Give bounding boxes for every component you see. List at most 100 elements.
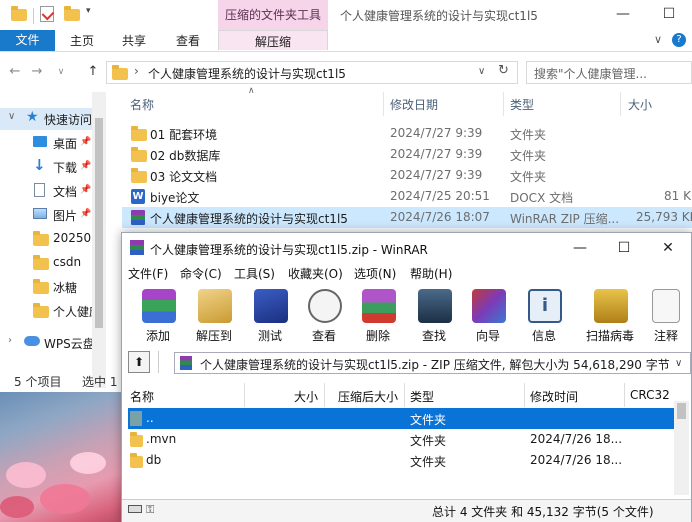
wizard-button[interactable]: 向导 [462,285,514,343]
archive-path-text: 个人健康管理系统的设计与实现ct1l5.zip - ZIP 压缩文件, 解包大小… [200,358,670,372]
find-button[interactable]: 查找 [408,285,460,343]
tab-file[interactable]: 文件 [0,30,55,51]
column-divider [383,92,384,116]
properties-icon[interactable] [40,6,55,22]
info-label: 信息 [531,329,556,343]
pin-icon: 📌 [80,209,92,219]
column-header-size[interactable]: 大小 [294,388,318,405]
close-button[interactable]: ✕ [646,237,690,259]
add-button[interactable]: 添加 [132,285,184,343]
file-type: 文件夹 [510,128,547,142]
file-row[interactable]: 02 db数据库 2024/7/27 9:39 文件夹 [122,144,692,165]
column-header-name[interactable]: 名称 [130,96,154,113]
file-row[interactable]: 03 论文文档 2024/7/27 9:39 文件夹 [122,165,692,186]
tab-share[interactable]: 共享 [122,30,146,51]
archive-scrollbar[interactable] [674,401,689,495]
extract-to-label: 解压到 [195,329,232,343]
up-folder-button[interactable]: ⬆ [128,351,150,373]
test-button[interactable]: 测试 [244,285,296,343]
tab-extract[interactable]: 解压缩 [218,30,328,50]
test-label: 测试 [257,329,282,343]
menu-tools[interactable]: 工具(S) [234,265,275,282]
recent-dropdown-icon[interactable]: ∨ [52,60,70,84]
sidebar-item-health[interactable]: 个人健康 [0,300,101,322]
archive-row[interactable]: db 文件夹 2024/7/26 18... [128,450,674,471]
column-header-crc32[interactable]: CRC32 [630,388,670,402]
ribbon-context-group: 压缩的文件夹工具 [218,0,328,30]
column-header-packed[interactable]: 压缩后大小 [338,388,398,405]
up-arrow-icon[interactable]: ↑ [84,60,102,84]
file-row[interactable]: 01 配套环境 2024/7/27 9:39 文件夹 [122,123,692,144]
window-title: 个人健康管理系统的设计与实现ct1l5 [340,9,538,23]
menu-commands[interactable]: 命令(C) [180,265,222,282]
column-header-type[interactable]: 类型 [510,96,534,113]
tab-view[interactable]: 查看 [176,30,200,51]
column-divider [524,383,525,407]
back-arrow-icon[interactable]: ← [6,60,24,84]
column-header-size[interactable]: 大小 [628,96,652,113]
column-header-type[interactable]: 类型 [410,388,434,405]
info-button[interactable]: i 信息 [518,285,570,343]
file-row[interactable]: W biye论文 2024/7/25 20:51 DOCX 文档 81 KB [122,186,692,207]
minimize-button[interactable]: — [558,237,602,259]
add-archive-icon [142,289,176,323]
separator-bar [33,8,34,24]
expand-arrow-icon[interactable]: › [8,335,12,346]
menu-favorites[interactable]: 收藏夹(O) [288,265,343,282]
virus-scan-icon [594,289,628,323]
address-dropdown-icon[interactable]: ∨ [478,66,485,77]
scan-virus-button[interactable]: 扫描病毒 [580,285,640,343]
view-button[interactable]: 查看 [298,285,350,343]
winrar-icon [131,210,145,225]
address-path: 个人健康管理系统的设计与实现ct1l5 [148,67,346,81]
sidebar-item-folder[interactable]: 202507 [0,228,99,250]
column-header-modified[interactable]: 修改时间 [530,388,578,405]
menu-file[interactable]: 文件(F) [128,265,168,282]
comment-button[interactable]: 注释 [642,285,690,343]
maximize-button[interactable]: ☐ [602,237,646,259]
drive-icon [128,505,142,513]
pin-icon: 📌 [80,185,92,195]
archive-item-type: 文件夹 [410,434,447,448]
file-size: 25,793 KB [636,210,692,224]
archive-row[interactable]: .. 文件夹 [128,408,674,429]
archive-item-date: 2024/7/26 18... [530,453,623,467]
document-icon [34,183,45,197]
column-header-date[interactable]: 修改日期 [390,96,438,113]
winrar-icon [180,356,192,370]
sidebar-item-wps-cloud[interactable]: WPS云盘 [0,332,95,354]
extract-icon [198,289,232,323]
extract-to-button[interactable]: 解压到 [188,285,240,343]
file-date: 2024/7/25 20:51 [390,189,490,203]
column-header-name[interactable]: 名称 [130,388,154,405]
sidebar-item-pictures[interactable]: 图片 📌 [0,204,92,226]
forward-arrow-icon[interactable]: → [28,60,46,84]
quick-access-toolbar: ▾ [0,0,218,30]
archive-item-type: 文件夹 [410,413,447,427]
file-row[interactable]: 个人健康管理系统的设计与实现ct1l5 2024/7/26 18:07 WinR… [122,207,692,228]
star-icon: ★ [26,109,39,125]
menu-options[interactable]: 选项(N) [354,265,396,282]
sidebar-item-csdn[interactable]: csdn [0,252,92,274]
help-icon[interactable]: ? [672,33,686,47]
customize-dropdown-icon[interactable]: ▾ [86,6,91,16]
file-name: biye论文 [150,191,200,205]
sidebar-item-documents[interactable]: 文档 📌 [0,180,92,202]
sidebar-item-bingtang[interactable]: 冰糖 [0,276,92,298]
expand-arrow-icon[interactable]: ∨ [8,111,15,122]
file-type: 文件夹 [510,170,547,184]
path-dropdown-icon[interactable]: ∨ [675,358,682,369]
refresh-icon[interactable]: ↻ [498,63,509,78]
file-type: WinRAR ZIP 压缩... [510,212,620,226]
menu-help[interactable]: 帮助(H) [410,265,452,282]
tab-home[interactable]: 主页 [70,30,94,51]
sidebar-item-desktop[interactable]: 桌面 📌 [0,132,92,154]
column-divider [624,383,625,407]
chevron-down-icon[interactable]: ∨ [654,33,662,46]
sidebar-scrollbar-thumb[interactable] [95,118,103,328]
maximize-button[interactable]: ☐ [646,2,692,26]
delete-button[interactable]: 删除 [352,285,404,343]
sidebar-item-downloads[interactable]: ↓ 下载 📌 [0,156,92,178]
archive-row[interactable]: .mvn 文件夹 2024/7/26 18... [128,429,674,450]
minimize-button[interactable]: — [600,2,646,26]
